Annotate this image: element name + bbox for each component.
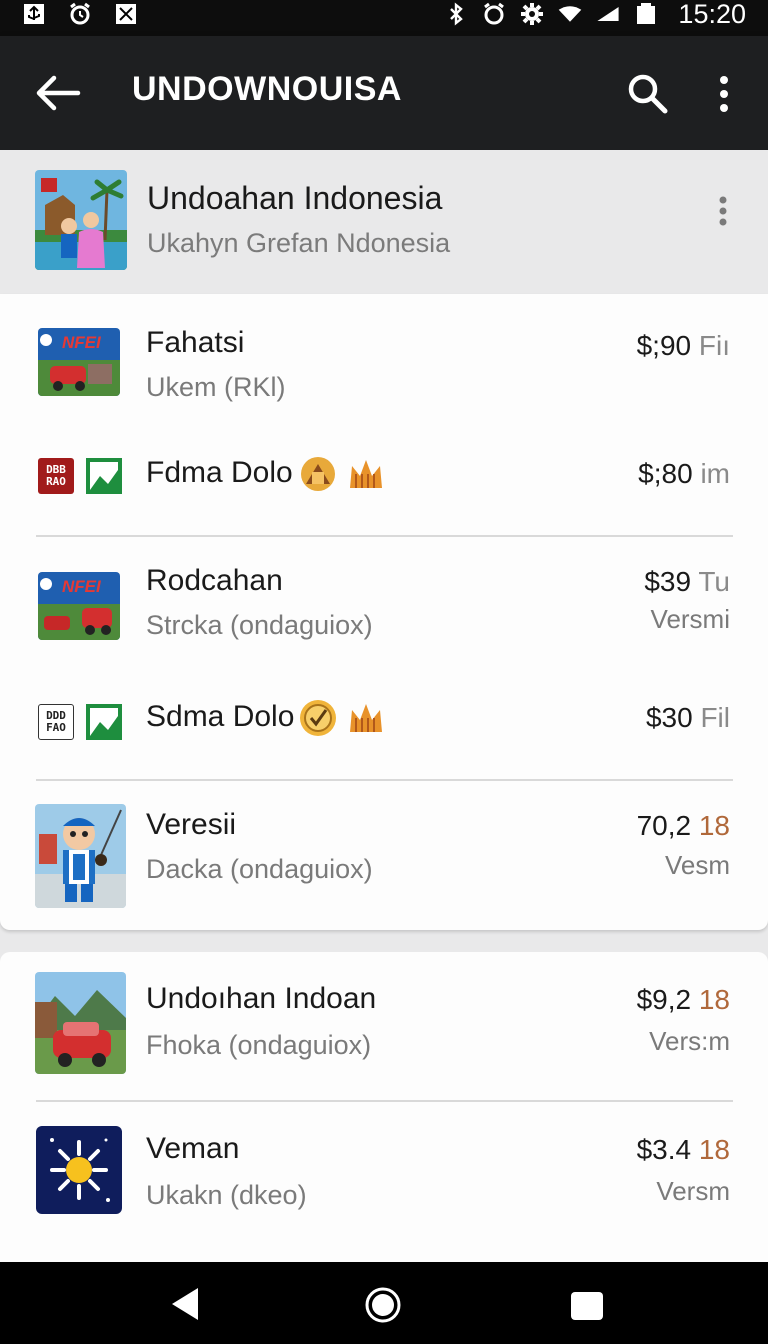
app-subtitle: Strcka (ondaguiox) (146, 610, 373, 640)
green-chart-icon (86, 704, 122, 740)
crown-icon (346, 698, 386, 738)
list-item[interactable]: NFEI Fahatsi Ukem (RKl) $;90 Fiı (0, 294, 768, 410)
nav-back-icon[interactable] (168, 1286, 202, 1322)
settings-icon (520, 3, 544, 25)
cell-signal-icon (596, 3, 620, 25)
dbb-badge-icon: DBB RAO (38, 458, 74, 494)
list-item[interactable]: Veman Ukakn (dkeo) $3.4 18 Versm (0, 1104, 768, 1254)
app-title: Sdma Dolo (146, 700, 295, 733)
app-list-card: NFEI Fahatsi Ukem (RKl) $;90 Fiı DBB RAO… (0, 294, 768, 930)
app-price: $30 Fil (645, 702, 730, 733)
list-item[interactable]: NFEI Rodcahan Strcka (ondaguiox) $39 Tu … (0, 538, 768, 664)
app-thumbnail (35, 804, 126, 908)
wifi-icon (558, 3, 582, 25)
list-item[interactable]: Veresii Dacka (ondaguiox) 70,2 18 Vesm (0, 782, 768, 922)
usb-icon (22, 3, 46, 25)
verified-badge-icon (298, 698, 338, 738)
app-price: $;80 im (638, 458, 730, 489)
battery-icon (634, 3, 658, 25)
alarm-icon (482, 2, 506, 25)
system-nav-bar (0, 1262, 768, 1344)
app-subtitle: Ukakn (dkeo) (146, 1180, 307, 1210)
medal-icon (298, 454, 338, 494)
app-version: Vesm (664, 850, 730, 880)
bluetooth-icon (444, 2, 468, 26)
app-title: Fahatsi (146, 326, 245, 359)
header-app-thumbnail (35, 170, 127, 270)
ddd-badge-icon: DDD FAO (38, 704, 74, 740)
crown-icon (346, 454, 386, 494)
app-title: Veresii (146, 808, 237, 841)
green-chart-icon (86, 458, 122, 494)
app-list-card: Undoıhan Indoan Fhoka (ondaguiox) $9,2 1… (0, 952, 768, 1262)
app-version: Vers:m (649, 1026, 730, 1056)
list-item[interactable]: Undoıhan Indoan Fhoka (ondaguiox) $9,2 1… (0, 952, 768, 1100)
alarm-icon (68, 2, 92, 25)
app-thumbnail: NFEI (38, 328, 120, 396)
divider (36, 1100, 733, 1102)
more-vert-icon[interactable] (710, 72, 738, 116)
app-version: Versmi (650, 604, 730, 634)
app-thumbnail: NFEI (38, 572, 120, 640)
app-thumbnail (35, 972, 126, 1074)
search-icon[interactable] (626, 72, 670, 116)
status-time: 15:20 (678, 0, 746, 29)
app-price: $39 Tu (644, 566, 730, 597)
app-subtitle: Fhoka (ondaguiox) (146, 1030, 372, 1060)
app-title: Fdma Dolo (146, 456, 293, 489)
divider (36, 535, 733, 537)
list-item[interactable]: DDD FAO Sdma Dolo $30 Fil (0, 678, 768, 774)
header-app-card[interactable]: Undoahan Indonesia Ukahyn Grefan Ndonesi… (0, 150, 768, 294)
app-title: Undoıhan Indoan (146, 982, 377, 1015)
header-app-subtitle: Ukahyn Grefan Ndonesia (147, 228, 451, 258)
app-title: Rodcahan (146, 564, 283, 597)
nav-home-icon[interactable] (364, 1286, 402, 1324)
svg-text:NFEI: NFEI (62, 577, 102, 596)
sun-app-icon (36, 1126, 122, 1214)
arrow-back-icon[interactable] (34, 72, 82, 114)
app-price: $9,2 18 (636, 984, 730, 1015)
app-subtitle: Ukem (RKl) (146, 372, 286, 402)
app-toolbar: UNDOWNOUISA (0, 36, 768, 150)
app-price: 70,2 18 (636, 810, 730, 841)
app-price: $;90 Fiı (636, 330, 730, 361)
page-title: UNDOWNOUISA (132, 70, 402, 108)
app-subtitle: Dacka (ondaguiox) (146, 854, 373, 884)
app-title: Veman (146, 1132, 240, 1165)
no-signal-icon (114, 3, 138, 25)
app-version: Versm (656, 1176, 730, 1206)
header-app-title: Undoahan Indonesia (147, 180, 443, 216)
nav-recents-icon[interactable] (569, 1290, 605, 1322)
more-vert-icon[interactable] (712, 194, 734, 230)
list-item[interactable]: DBB RAO Fdma Dolo $;80 im (0, 434, 768, 530)
status-bar: 15:20 (0, 0, 768, 36)
svg-text:NFEI: NFEI (62, 333, 102, 352)
divider (36, 779, 733, 781)
app-price: $3.4 18 (636, 1134, 730, 1165)
